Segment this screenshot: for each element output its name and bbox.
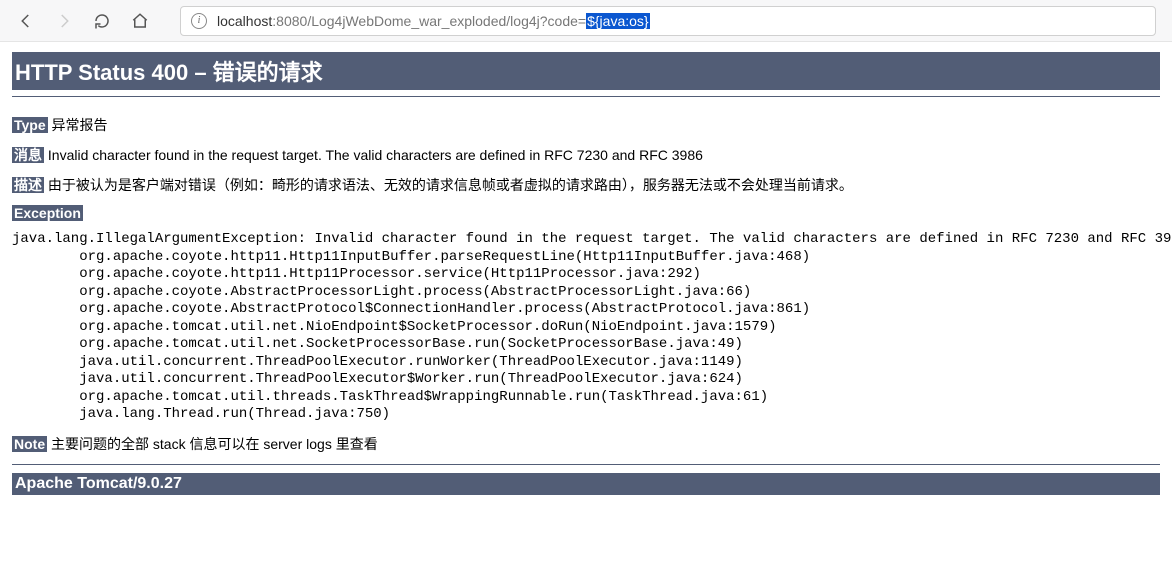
message-value: Invalid character found in the request t… <box>44 147 703 163</box>
url-port: :8080 <box>272 13 307 29</box>
message-row: 消息 Invalid character found in the reques… <box>12 145 1160 165</box>
back-button[interactable] <box>16 11 36 31</box>
url-text: localhost:8080/Log4jWebDome_war_exploded… <box>217 13 650 29</box>
description-label: 描述 <box>12 177 44 193</box>
address-bar[interactable]: i localhost:8080/Log4jWebDome_war_explod… <box>180 6 1156 36</box>
server-footer: Apache Tomcat/9.0.27 <box>12 473 1160 495</box>
divider-bottom <box>12 464 1160 465</box>
home-button[interactable] <box>130 11 150 31</box>
divider <box>12 96 1160 97</box>
note-value: 主要问题的全部 stack 信息可以在 server logs 里查看 <box>47 436 378 452</box>
forward-button[interactable] <box>54 11 74 31</box>
url-path: /Log4jWebDome_war_exploded/log4j?code= <box>307 13 586 29</box>
description-row: 描述 由于被认为是客户端对错误（例如：畸形的请求语法、无效的请求信息帧或者虚拟的… <box>12 175 1160 195</box>
refresh-button[interactable] <box>92 11 112 31</box>
message-label: 消息 <box>12 147 44 163</box>
status-title: HTTP Status 400 – 错误的请求 <box>12 52 1160 90</box>
note-label: Note <box>12 436 47 452</box>
site-info-icon[interactable]: i <box>191 13 207 29</box>
exception-row: Exception <box>12 205 1160 221</box>
type-row: Type 异常报告 <box>12 115 1160 135</box>
note-row: Note 主要问题的全部 stack 信息可以在 server logs 里查看 <box>12 434 1160 454</box>
type-value: 异常报告 <box>48 117 108 133</box>
description-value: 由于被认为是客户端对错误（例如：畸形的请求语法、无效的请求信息帧或者虚拟的请求路… <box>44 177 853 193</box>
type-label: Type <box>12 117 48 133</box>
stack-trace: java.lang.IllegalArgumentException: Inva… <box>12 231 1160 424</box>
browser-toolbar: i localhost:8080/Log4jWebDome_war_explod… <box>0 0 1172 42</box>
exception-label: Exception <box>12 205 83 221</box>
url-selection: ${java:os} <box>586 13 650 29</box>
page-content: HTTP Status 400 – 错误的请求 Type 异常报告 消息 Inv… <box>0 42 1172 515</box>
url-host: localhost <box>217 13 272 29</box>
